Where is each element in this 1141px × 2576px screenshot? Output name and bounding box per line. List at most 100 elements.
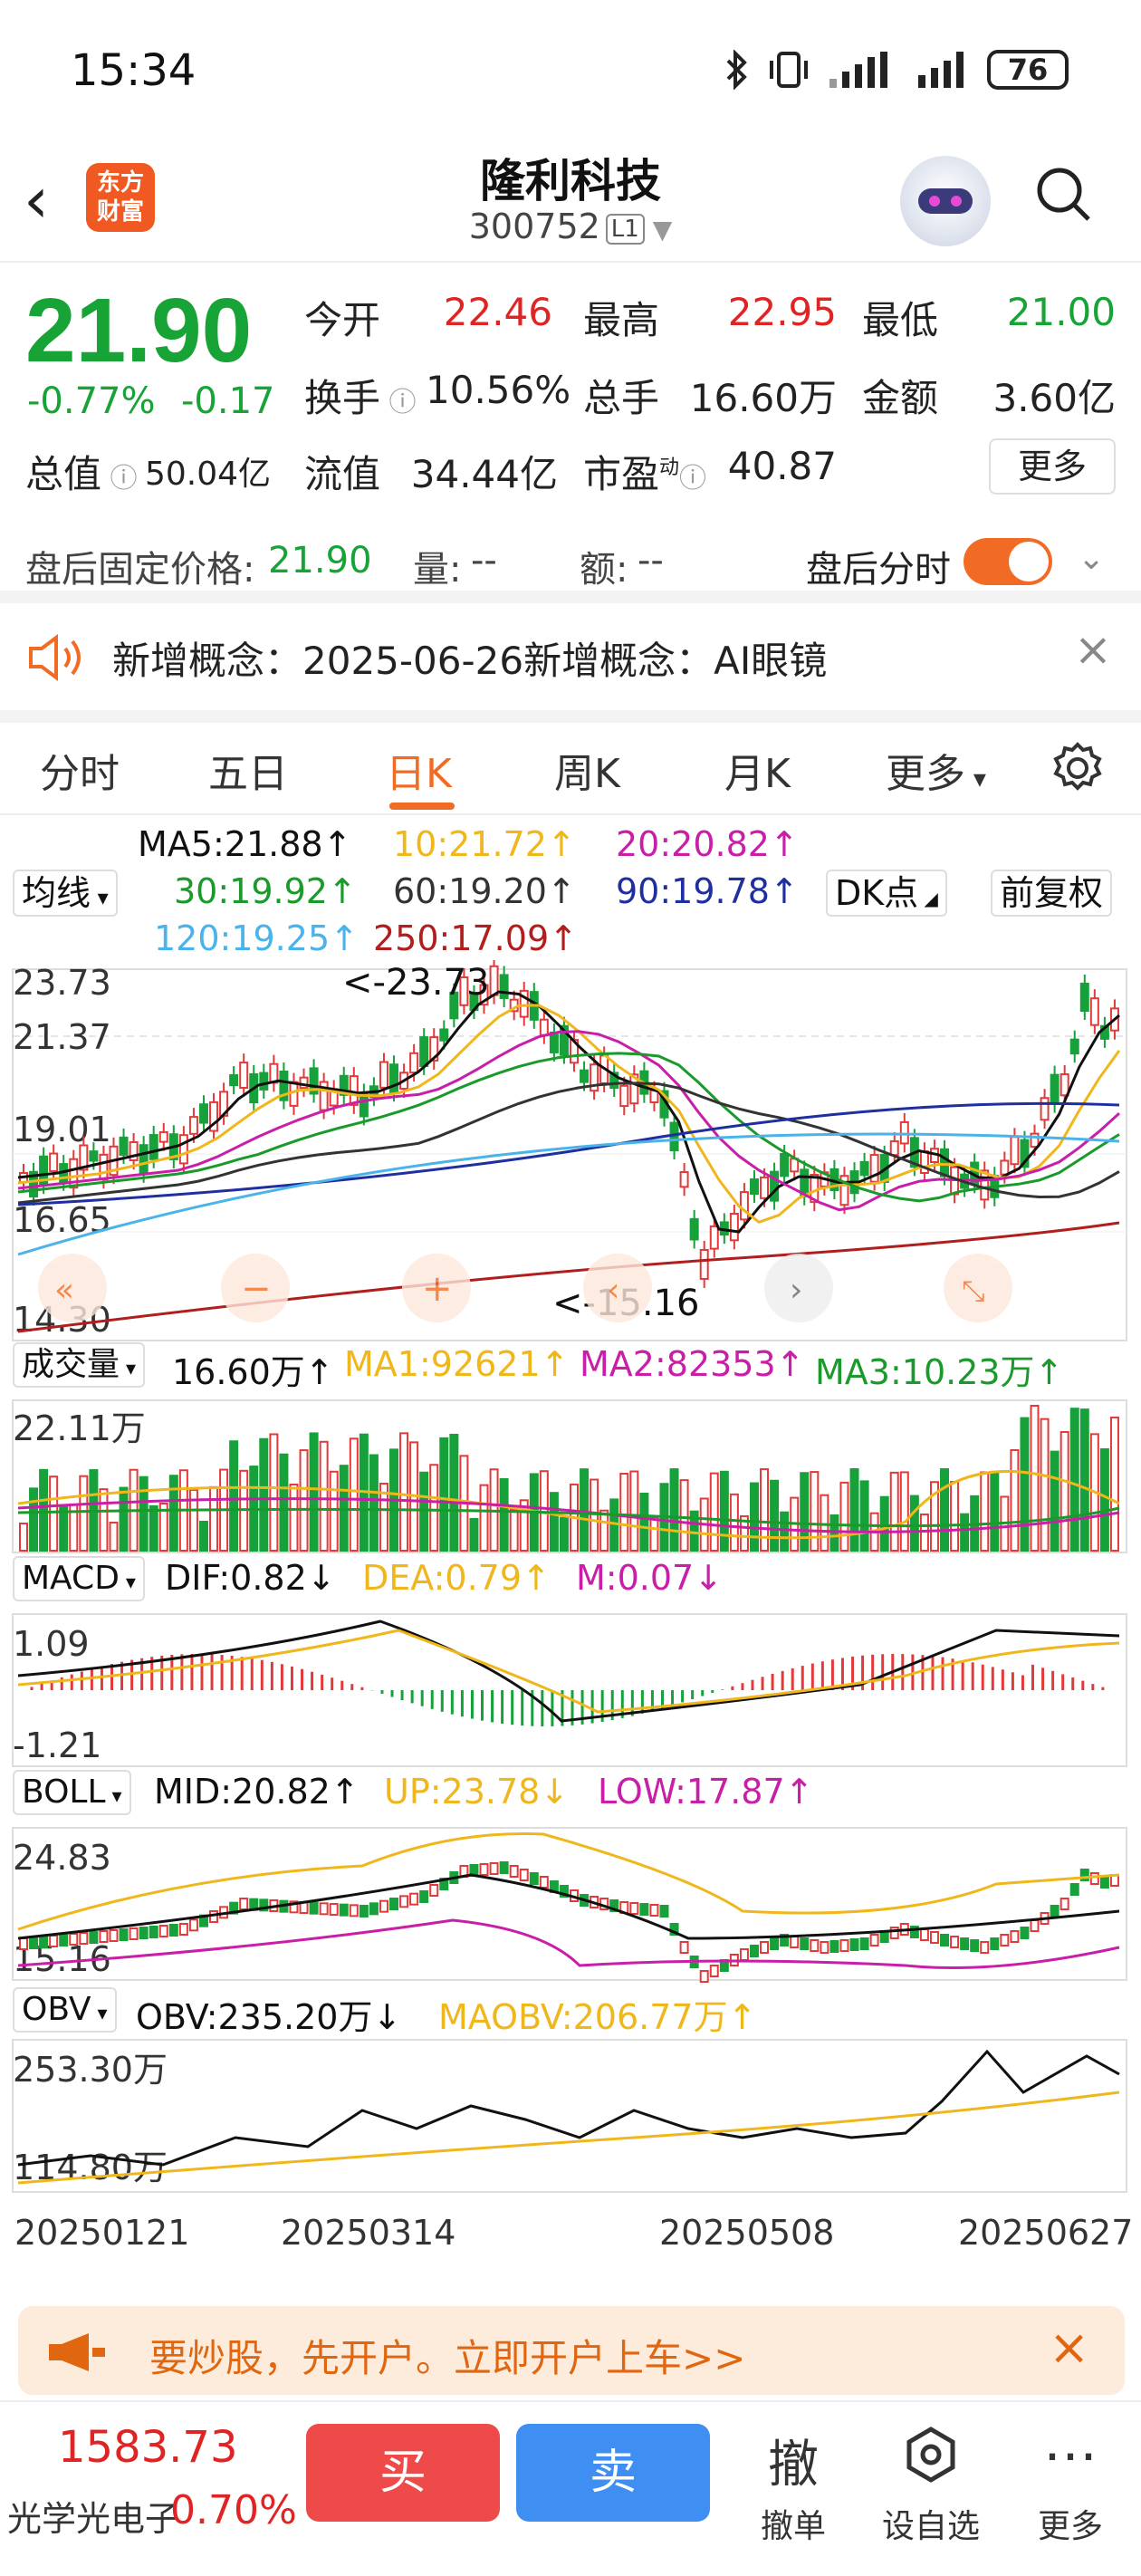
tab-weekly-k[interactable]: 周K: [554, 741, 620, 799]
close-icon[interactable]: ×: [1074, 623, 1112, 676]
turnover-label: 换手 ⓘ: [304, 376, 417, 420]
cancel-order-icon[interactable]: 撤: [730, 2424, 857, 2497]
stock-header: ‹ 东方财富 隆利科技 300752 L1 ▼: [0, 136, 1141, 263]
status-bar: 15:34 76: [0, 0, 1141, 136]
tab-daily-k[interactable]: 日K: [386, 741, 452, 799]
divider: [0, 591, 1141, 603]
sell-button[interactable]: 卖: [516, 2424, 710, 2522]
amount-label: 金额: [862, 376, 939, 420]
pe-label: 市盈动ⓘ: [583, 452, 707, 496]
news-banner[interactable]: 新增概念：2025-06-26新增概念：AI眼镜 ×: [0, 603, 1141, 710]
divider: [0, 710, 1141, 723]
float-value: 34.44亿: [410, 452, 558, 496]
volume-ma2: MA2:82353↑: [580, 1344, 805, 1384]
add-watchlist-button[interactable]: 设自选: [868, 2500, 994, 2547]
boll-up: UP:23.78↓: [384, 1772, 570, 1812]
info-icon[interactable]: ⓘ: [101, 463, 138, 495]
change-amount: -0.17: [181, 380, 275, 422]
settings-gear-icon[interactable]: [1050, 741, 1105, 795]
pe-value: 40.87: [727, 444, 837, 488]
dk-point-button[interactable]: DK点 ◢: [826, 870, 947, 917]
obv-value: OBV:235.20万↓: [136, 1997, 402, 2037]
bluetooth-icon: [726, 50, 747, 90]
search-icon[interactable]: [1034, 165, 1092, 223]
vibrate-icon: [770, 52, 808, 88]
date-label: 20250508: [659, 2213, 834, 2253]
sector-index-name[interactable]: 光学光电子: [7, 2491, 179, 2541]
megaphone-icon: [49, 2333, 105, 2371]
active-tab-underline: [389, 803, 455, 810]
current-price: 21.90: [25, 280, 253, 381]
status-icons: 76: [723, 47, 1069, 92]
ma10-value: 10:21.72↑: [393, 824, 576, 864]
tab-more[interactable]: 更多 ▾: [886, 741, 986, 799]
volume-ma1: MA1:92621↑: [344, 1344, 570, 1384]
afterhours-amt: --: [638, 540, 664, 582]
turnover-value: 10.56%: [426, 368, 571, 412]
more-dots-icon[interactable]: ⋯: [1007, 2424, 1134, 2487]
kline-y-4: 16.65: [13, 1200, 111, 1240]
float-label: 流值: [304, 452, 381, 496]
battery-icon: 76: [987, 50, 1069, 90]
macd-m: M:0.07↓: [576, 1558, 724, 1598]
adjust-button[interactable]: 前复权: [991, 870, 1113, 917]
low-value: 21.00: [1006, 290, 1116, 334]
signal-2-icon: [918, 52, 964, 88]
kline-y-max: 23.73: [13, 963, 111, 1003]
ma250-value: 250:17.09↑: [373, 918, 578, 958]
more-quote-button[interactable]: 更多: [989, 438, 1116, 495]
high-value: 22.95: [727, 290, 837, 334]
maobv-value: MAOBV:206.77万↑: [438, 1997, 757, 2037]
open-account-ad[interactable]: 要炒股，先开户。立即开户上车>> ×: [18, 2306, 1125, 2395]
sector-index-value: 1583.73: [58, 2422, 238, 2473]
date-label: 20250121: [14, 2213, 189, 2253]
sector-index-pct: 0.70%: [170, 2487, 297, 2533]
tab-fiveday[interactable]: 五日: [208, 741, 288, 799]
info-icon[interactable]: ⓘ: [679, 463, 706, 495]
level-badge: L1: [605, 213, 645, 245]
volume-y-max: 22.11万: [13, 1408, 146, 1448]
info-icon[interactable]: ⓘ: [380, 387, 417, 418]
boll-selector[interactable]: BOLL ▾: [13, 1770, 131, 1815]
tab-monthly-k[interactable]: 月K: [724, 741, 791, 799]
ma-selector[interactable]: 均线 ▾: [13, 870, 118, 917]
chevron-down-icon[interactable]: ⌄: [1078, 540, 1105, 577]
signal-icon: [829, 52, 887, 88]
ma20-value: 20:20.82↑: [616, 824, 799, 864]
date-label: 20250627: [958, 2213, 1133, 2253]
volume-value: 16.60万↑: [172, 1352, 334, 1392]
tab-timeshare[interactable]: 分时: [40, 741, 120, 799]
stock-code: 300752: [468, 207, 600, 246]
volume-selector[interactable]: 成交量 ▾: [13, 1342, 146, 1388]
news-text: 新增概念：2025-06-26新增概念：AI眼镜: [112, 639, 828, 683]
period-tabs: 分时 五日 日K 周K 月K 更多 ▾: [0, 725, 1141, 815]
macd-selector[interactable]: MACD ▾: [13, 1556, 145, 1601]
boll-y-max: 24.83: [13, 1838, 111, 1878]
open-value: 22.46: [443, 290, 552, 334]
kline-high-marker: <-23.73: [342, 962, 489, 1004]
ma90-value: 90:19.78↑: [616, 871, 799, 911]
assistant-robot-icon[interactable]: [900, 156, 991, 246]
kline-y-2: 21.37: [13, 1017, 111, 1057]
obv-selector[interactable]: OBV ▾: [13, 1987, 117, 2033]
kline-chart-panel[interactable]: 23.73 21.37 19.01 16.65 14.30 <-23.73 <-…: [0, 960, 1141, 2292]
more-button[interactable]: 更多: [1007, 2500, 1134, 2547]
add-watchlist-icon[interactable]: [902, 2426, 960, 2484]
date-label: 20250314: [281, 2213, 455, 2253]
afterhours-label: 盘后固定价格:: [25, 549, 255, 591]
afterhours-toggle[interactable]: [964, 538, 1052, 585]
afterhours-amt-label: 额:: [580, 549, 628, 591]
ma30-value: 30:19.92↑: [174, 871, 357, 911]
speaker-icon: [29, 634, 81, 681]
volume-label: 总手: [583, 376, 660, 420]
status-time: 15:34: [71, 45, 197, 96]
volume-value: 16.60万: [689, 376, 837, 420]
boll-mid: MID:20.82↑: [154, 1772, 360, 1812]
zoom-out-icon: −: [241, 1268, 272, 1310]
open-label: 今开: [304, 298, 381, 342]
cancel-order-button[interactable]: 撤单: [730, 2500, 857, 2547]
buy-button[interactable]: 买: [306, 2424, 500, 2522]
mcap-value: 50.04亿: [145, 456, 272, 493]
amount-value: 3.60亿: [992, 376, 1116, 420]
close-icon[interactable]: ×: [1049, 2319, 1089, 2376]
